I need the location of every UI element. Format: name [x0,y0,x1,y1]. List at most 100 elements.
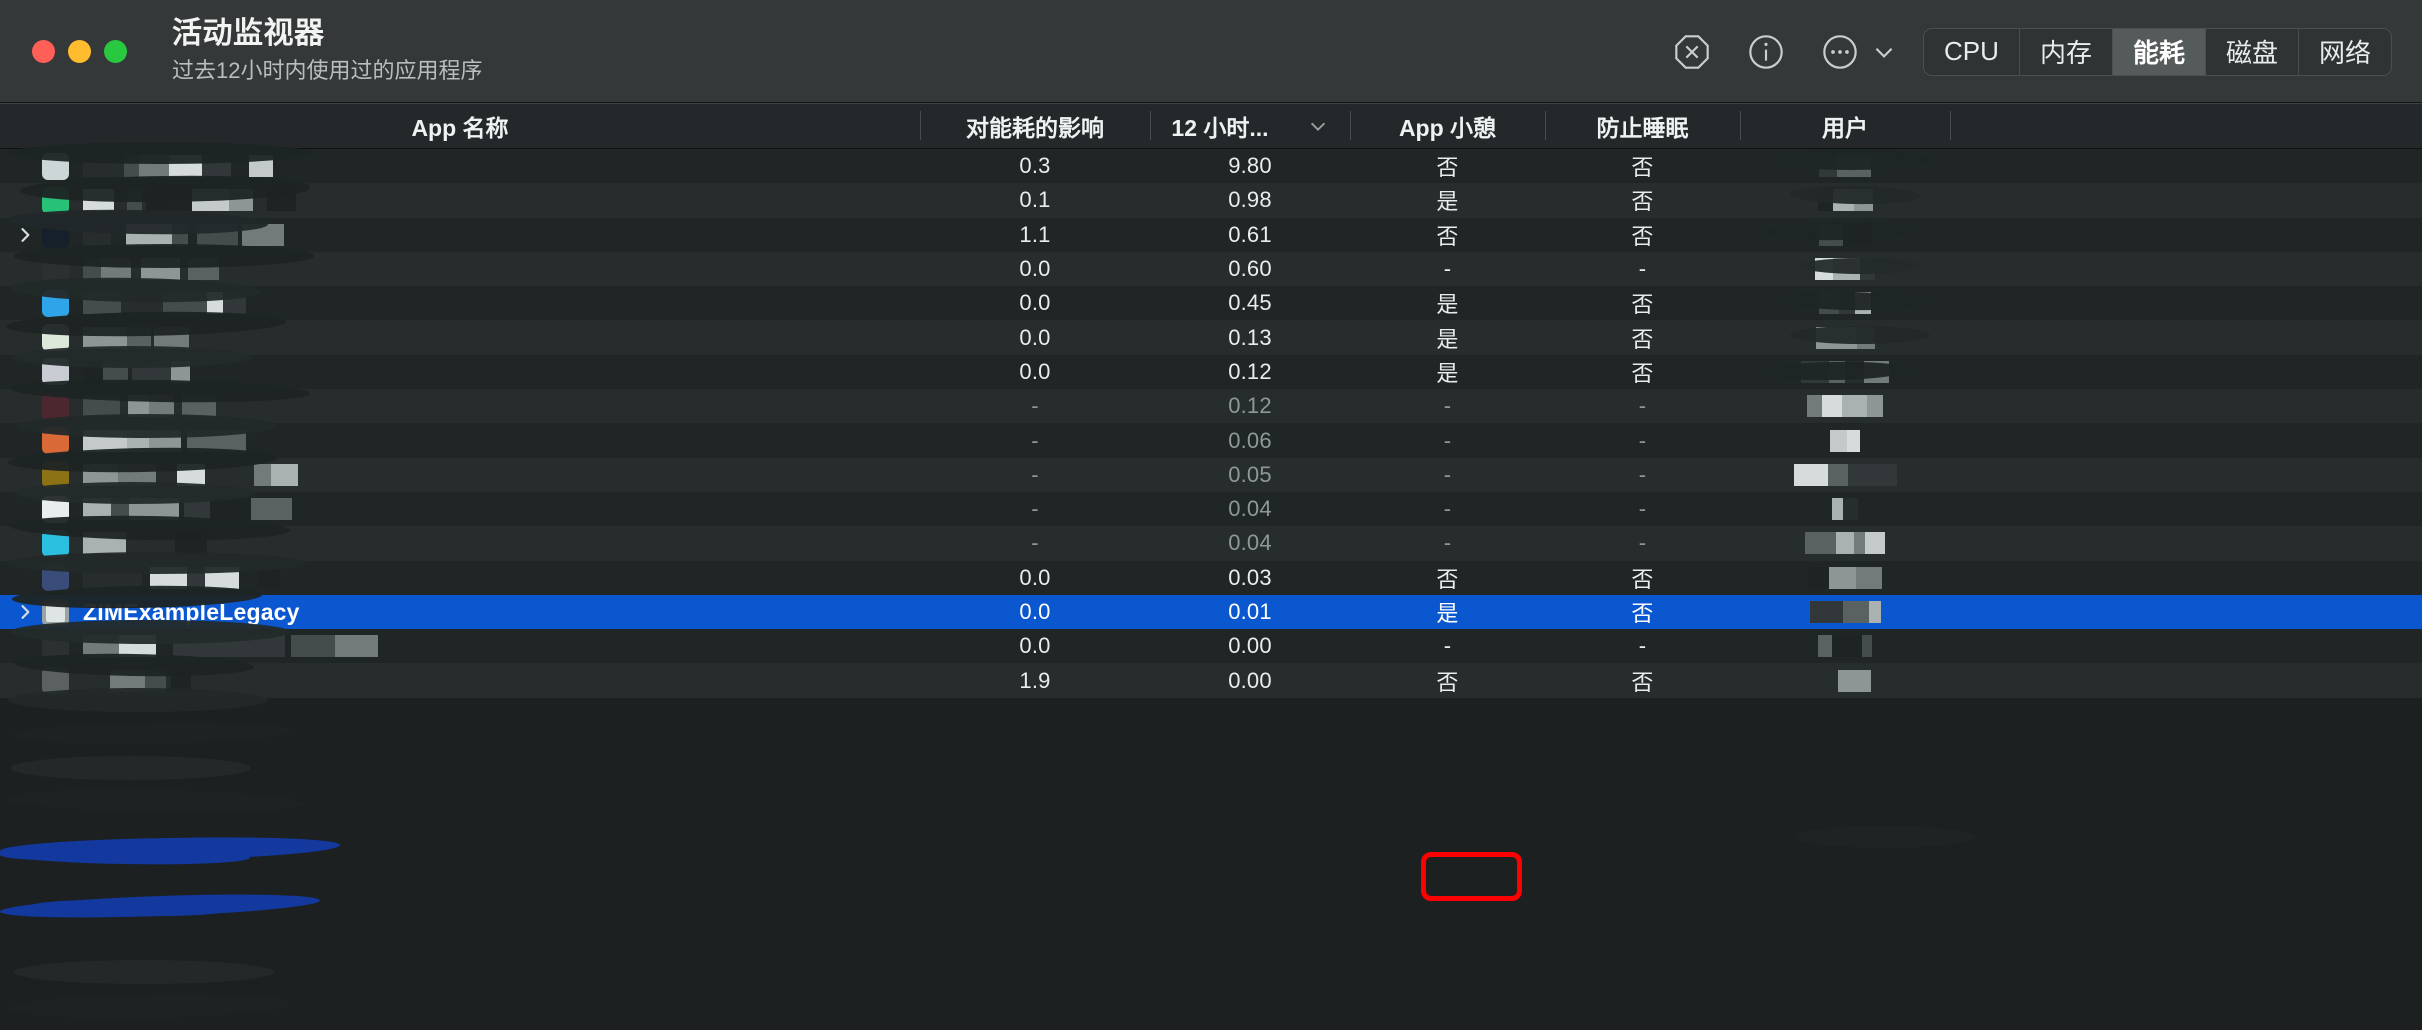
cell-app-name[interactable] [0,183,920,217]
redaction-block [83,429,127,452]
disclosure-chevron-right-icon[interactable] [12,602,38,622]
redaction-block [207,292,223,315]
redaction-block [177,463,205,486]
table-row[interactable]: - 0.05 - - [0,457,2422,492]
table-row[interactable]: 0.0 0.13 是 否 [0,320,2422,355]
table-row[interactable]: 1.1 0.61 否 否 [0,217,2422,252]
redaction-block [229,189,253,212]
cell-app-name[interactable] [0,492,920,526]
cell-app-name[interactable] [0,218,920,252]
column-header-user[interactable]: 用户 [1740,103,1950,148]
sort-chevron-down-icon [1307,115,1329,137]
table-row[interactable]: - 0.04 - - [0,526,2422,561]
table-row[interactable]: 0.0 0.45 是 否 [0,286,2422,321]
cell-filler [1950,355,2422,389]
redaction-block [154,326,189,349]
redacted-user-name [1817,183,1873,217]
cell-app-nap: 是 [1436,360,1459,386]
redaction-block [1842,601,1869,623]
cell-app-nap: 否 [1436,669,1459,695]
cell-app-name[interactable] [0,458,920,492]
table-row[interactable]: ZIMExampleLegacy 0.0 0.01 是 否 [0,594,2422,630]
table-row[interactable]: 0.1 0.98 是 否 [0,183,2422,218]
tab-network[interactable]: 网络 [2299,29,2391,75]
cell-app-name[interactable] [0,389,920,423]
column-header-user-label: 用户 [1822,114,1868,141]
cell-app-nap: - [1443,427,1452,453]
column-header-12-hours-label: 12 小时... [1171,114,1269,141]
column-header-energy-impact[interactable]: 对能耗的影响 [920,103,1150,148]
redaction-block [192,189,229,212]
tab-energy[interactable]: 能耗 [2112,28,2206,75]
cell-app-name[interactable] [0,149,920,183]
stop-process-icon[interactable] [1665,25,1719,79]
cell-app-name[interactable] [0,355,920,389]
cell-app-name[interactable] [0,320,920,354]
redacted-user-name [1818,218,1872,252]
table-row[interactable]: 0.3 9.80 否 否 [0,149,2422,184]
inspect-process-icon[interactable] [1739,25,1793,79]
redaction-block [202,155,231,178]
cell-filler [1950,458,2422,492]
activity-monitor-window: 活动监视器 过去12小时内使用过的应用程序 CPU 内存 能耗 磁盘 网络 Ap… [0,0,2422,1030]
more-options-icon[interactable] [1813,25,1867,79]
redaction-block [184,498,210,521]
table-row[interactable]: 0.0 0.03 否 否 [0,560,2422,595]
cell-filler [1950,595,2422,629]
table-row[interactable]: 0.0 0.00 - - [0,629,2422,664]
cell-user [1740,149,1950,183]
redaction-block [128,395,149,418]
column-header-12-hours[interactable]: 12 小时... [1150,103,1350,148]
cell-user [1740,458,1950,492]
table-row[interactable]: 0.0 0.12 是 否 [0,354,2422,390]
app-icon [42,598,69,626]
cell-app-nap: 是 [1436,326,1459,352]
table-row[interactable]: - 0.12 - - [0,389,2422,424]
table-row[interactable]: 0.0 0.60 - - [0,251,2422,287]
column-header-app-name[interactable]: App 名称 [0,103,920,148]
cell-app-name[interactable] [0,629,920,663]
redaction-block [1819,669,1838,692]
minimize-window-button[interactable] [68,39,91,63]
cell-app-name[interactable] [0,526,920,560]
cell-energy-impact: - [1031,530,1039,556]
process-table[interactable]: 0.3 9.80 否否 0.1 0.98 是否 1.1 0.61 否否 0.0 0.60- -0.0 0… [0,149,2422,1030]
redaction-block [1837,669,1871,692]
close-window-button[interactable] [32,39,55,63]
disclosure-chevron-right-icon[interactable] [12,225,38,245]
chevron-down-icon[interactable] [1871,39,1897,65]
cell-12-hour-power: 9.80 [1228,153,1272,179]
redaction-block [145,669,166,692]
cell-app-name[interactable]: ZIMExampleLegacy [0,595,920,629]
cell-app-nap: 是 [1436,292,1459,318]
cell-app-name[interactable] [0,286,920,320]
cell-energy-impact: - [1031,496,1039,522]
column-header-prevent-sleep[interactable]: 防止睡眠 [1545,103,1740,148]
column-header-app-nap[interactable]: App 小憩 [1350,103,1545,148]
app-icon [42,529,69,557]
app-icon [42,289,69,317]
redaction-block [1793,463,1828,486]
tab-disk[interactable]: 磁盘 [2206,28,2299,75]
zoom-window-button[interactable] [104,39,127,63]
tab-memory[interactable]: 内存 [2020,28,2113,75]
table-row[interactable]: - 0.04 - - [0,491,2422,527]
cell-prevent-sleep: - [1638,427,1647,453]
cell-app-name[interactable] [0,561,920,595]
redaction-block [83,326,127,349]
cell-app-name[interactable] [0,252,920,286]
tab-cpu[interactable]: CPU [1924,28,2020,75]
cell-app-name[interactable] [0,663,920,697]
table-row[interactable]: - 0.06 - - [0,423,2422,458]
cell-energy-impact: - [1031,461,1039,487]
cell-app-name[interactable] [0,423,920,457]
redacted-user-name [1815,252,1875,286]
cell-filler [1950,663,2422,697]
redaction-block [182,395,216,418]
table-row[interactable]: 1.9 0.00 否 否 [0,663,2422,698]
redaction-block [1801,360,1829,383]
cell-app-nap: - [1443,633,1452,659]
app-icon [42,495,69,523]
redaction-block [1847,463,1871,486]
redaction-block [1837,155,1871,178]
